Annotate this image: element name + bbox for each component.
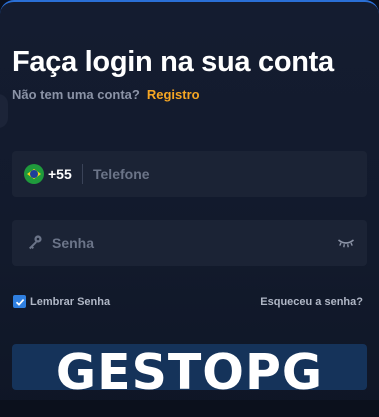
bottom-strip [0,400,379,417]
register-link[interactable]: Registro [147,87,200,102]
password-input[interactable] [52,228,322,258]
page-title: Faça login na sua conta [12,46,334,78]
remember-label[interactable]: Lembrar Senha [30,296,110,308]
key-icon [29,235,42,250]
brazil-flag-icon[interactable] [24,164,44,184]
forgot-password-link[interactable]: Esqueceu a senha? [260,296,363,308]
phone-input[interactable] [93,159,353,189]
phone-field[interactable]: +55 [12,151,367,197]
watermark-text: GESTOPG [55,344,324,401]
register-prompt: Não tem uma conta? Registro [12,87,200,102]
side-tab[interactable] [0,94,8,128]
country-code[interactable]: +55 [48,166,72,182]
no-account-text: Não tem uma conta? [12,87,140,102]
checkmark-icon [15,298,24,306]
login-panel: Faça login na sua conta Não tem uma cont… [0,0,379,417]
field-divider [82,164,83,184]
remember-checkbox[interactable] [13,295,26,308]
remember-password[interactable]: Lembrar Senha [13,295,110,308]
eye-closed-icon[interactable] [337,237,355,249]
password-field[interactable] [12,220,367,266]
